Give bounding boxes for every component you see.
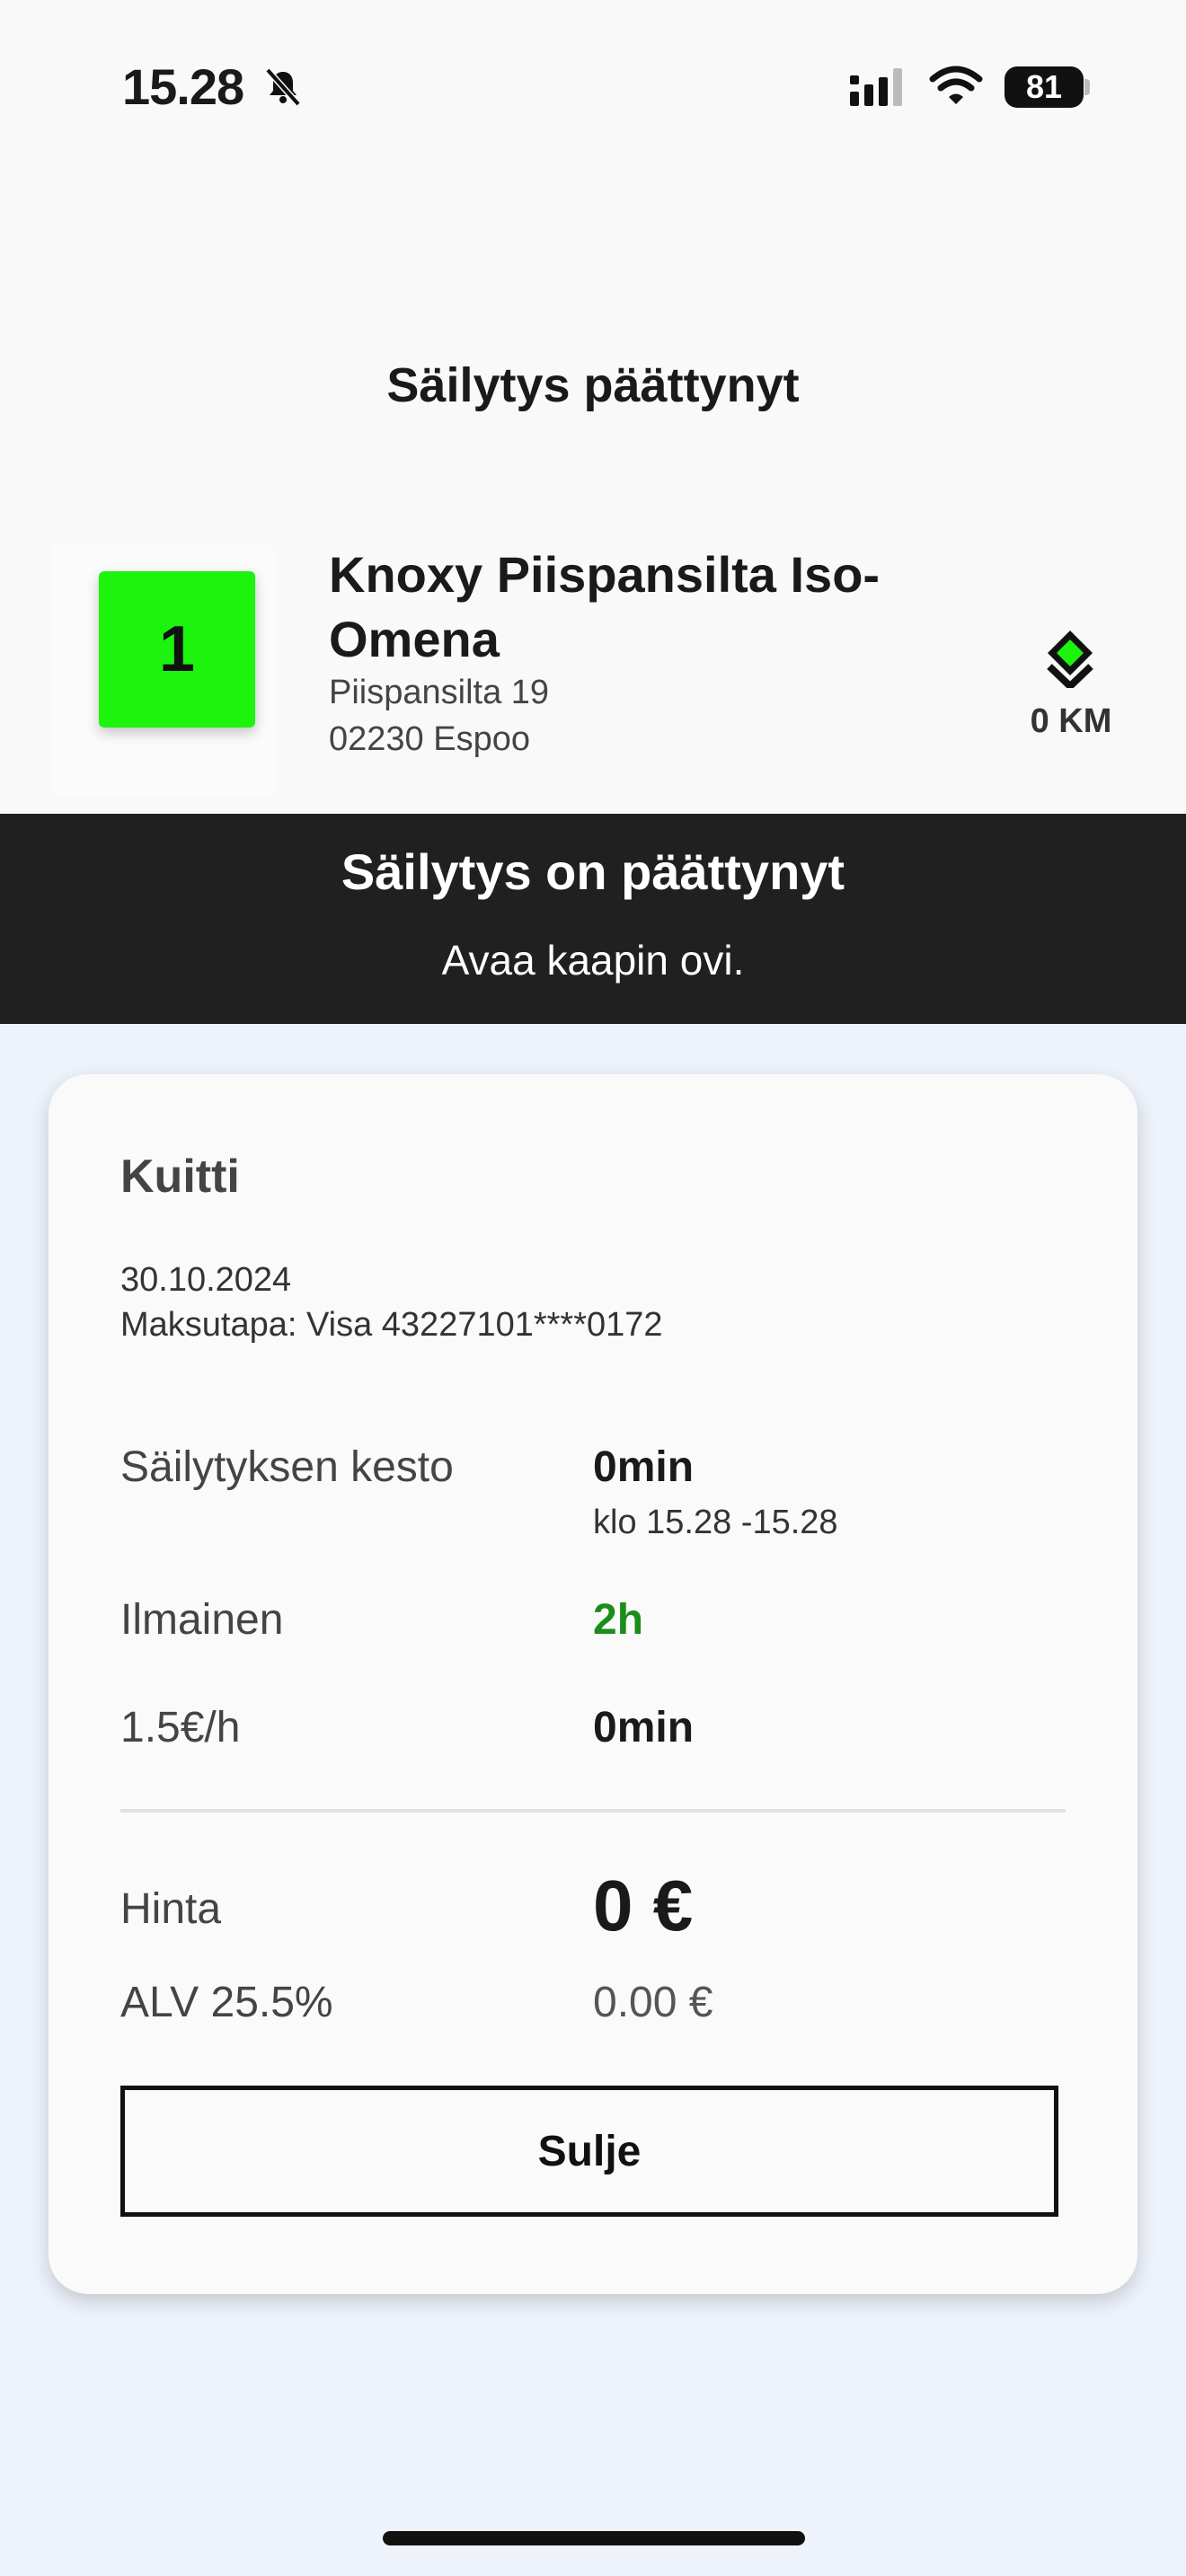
bell-muted-icon	[265, 67, 301, 107]
receipt-date: 30.10.2024	[120, 1261, 292, 1299]
navigation-direction-icon[interactable]	[1042, 629, 1098, 688]
locker-number-badge: 1	[99, 571, 255, 728]
duration-value: 0min	[593, 1443, 695, 1491]
divider	[120, 1809, 1066, 1813]
cellular-signal-icon	[850, 68, 902, 106]
duration-time-range: klo 15.28 -15.28	[593, 1504, 838, 1541]
distance-label: 0 KM	[1030, 702, 1112, 740]
location-street: Piispansilta 19	[329, 674, 550, 711]
banner-subtitle: Avaa kaapin ovi.	[441, 937, 745, 984]
rate-label: 1.5€/h	[120, 1704, 241, 1751]
storage-ended-banner: Säilytys on päättynyt Avaa kaapin ovi.	[0, 814, 1186, 1024]
status-time: 15.28	[122, 58, 244, 115]
payment-method: Maksutapa: Visa 43227101****0172	[120, 1306, 663, 1344]
home-indicator[interactable]	[383, 2531, 805, 2545]
location-city: 02230 Espoo	[329, 720, 530, 758]
receipt-title: Kuitti	[120, 1151, 240, 1203]
battery-indicator: 81	[1005, 66, 1084, 108]
location-name: Knoxy Piispansilta Iso-Omena	[329, 546, 881, 667]
duration-label: Säilytyksen kesto	[120, 1443, 454, 1491]
vat-value: 0.00 €	[593, 1979, 713, 2026]
close-button[interactable]: Sulje	[120, 2086, 1058, 2217]
free-label: Ilmainen	[120, 1596, 284, 1644]
rate-value: 0min	[593, 1704, 695, 1751]
price-label: Hinta	[120, 1885, 222, 1933]
free-value: 2h	[593, 1596, 644, 1644]
price-value: 0 €	[593, 1866, 694, 1945]
vat-label: ALV 25.5%	[120, 1979, 333, 2026]
page-title: Säilytys päättynyt	[386, 358, 800, 412]
banner-title: Säilytys on päättynyt	[341, 843, 845, 900]
receipt-card: Kuitti 30.10.2024 Maksutapa: Visa 432271…	[49, 1074, 1137, 2294]
battery-tip	[1084, 79, 1090, 95]
wifi-icon	[929, 66, 983, 104]
